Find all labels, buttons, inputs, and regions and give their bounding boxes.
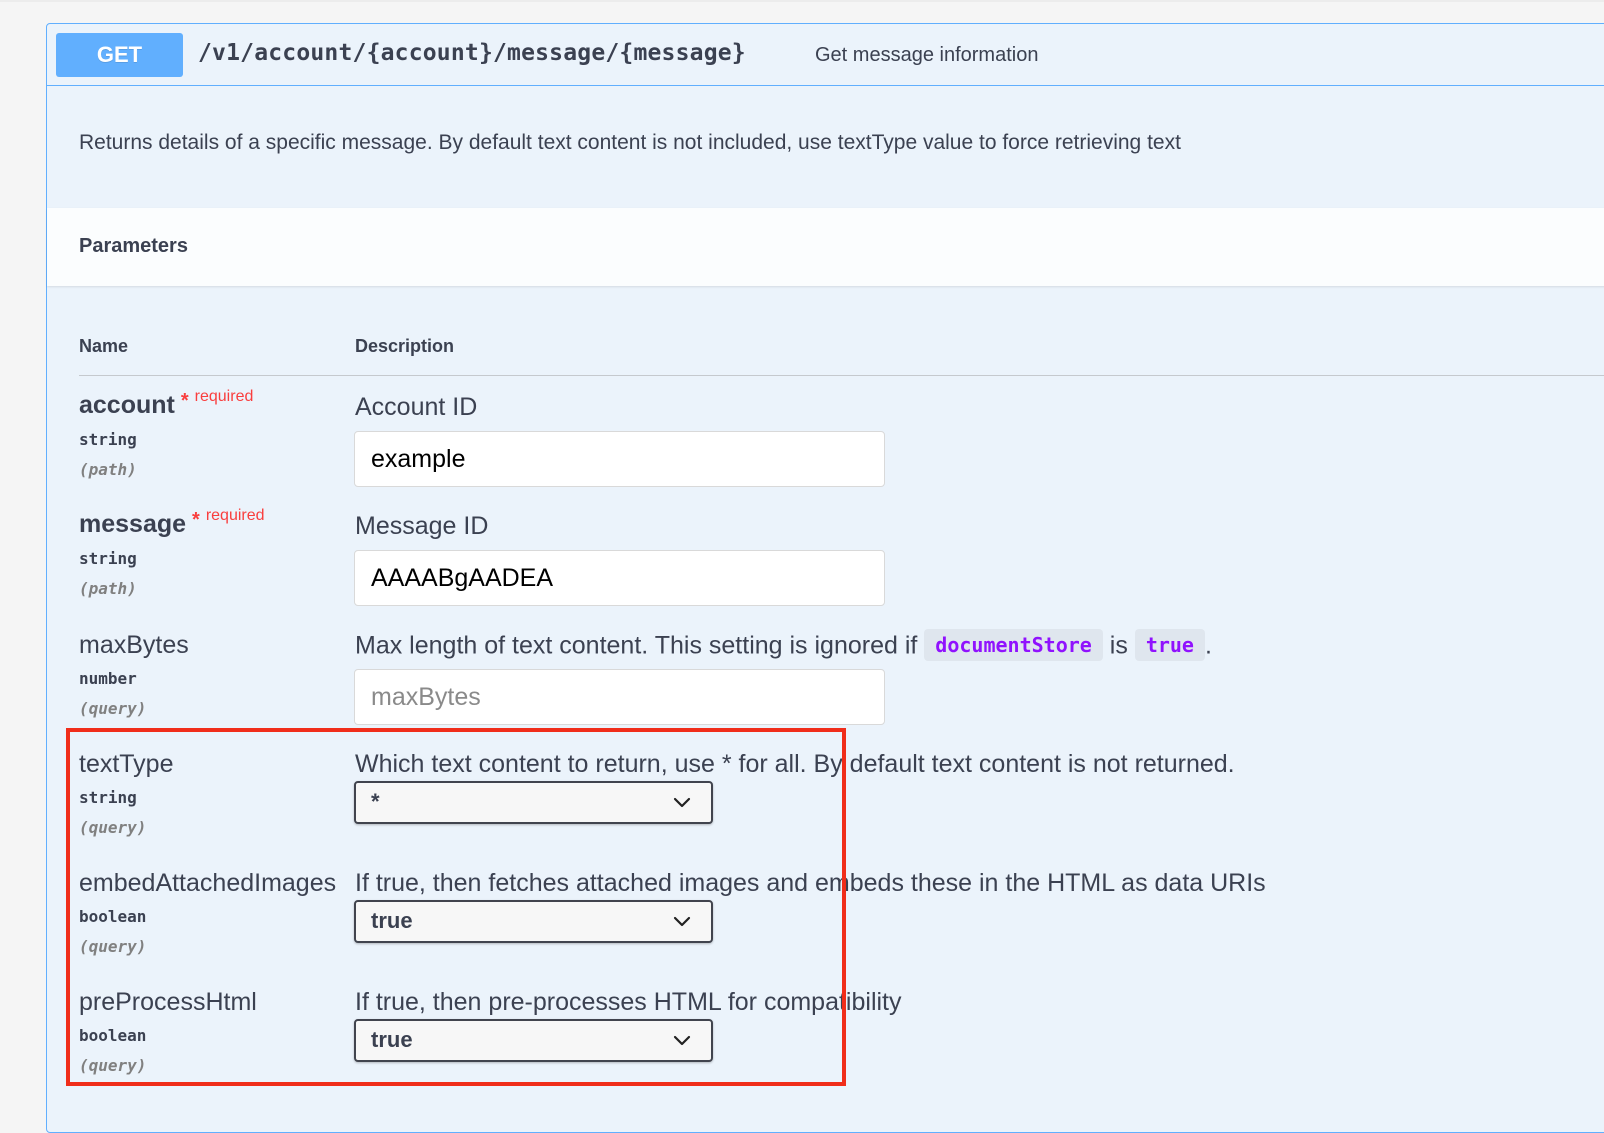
param-name-text: account (79, 391, 175, 419)
param-type-maxbytes: number (79, 669, 137, 688)
param-in-message: (path) (79, 579, 137, 598)
param-name-maxbytes: maxBytes (79, 631, 189, 659)
operation-summary[interactable]: GET /v1/account/{account}/message/{messa… (47, 24, 1604, 86)
param-description-account: Account ID (355, 393, 478, 421)
operation-summary-text: Get message information (815, 44, 1039, 66)
required-label: required (194, 388, 254, 405)
operation-description: Returns details of a specific message. B… (79, 131, 1181, 154)
description-text: Max length of text content. This setting… (355, 631, 918, 660)
param-in-preprocesshtml: (query) (79, 1056, 147, 1075)
param-description-embedattachedimages: If true, then fetches attached images an… (355, 869, 1266, 897)
preprocesshtml-select[interactable]: true (354, 1019, 713, 1062)
maxbytes-input[interactable] (354, 669, 885, 725)
required-label: required (205, 507, 265, 524)
description-text: is (1109, 631, 1128, 660)
param-in-account: (path) (79, 460, 137, 479)
description-text: . (1204, 631, 1212, 660)
top-divider (0, 0, 1604, 2)
operation-block: GET /v1/account/{account}/message/{messa… (46, 23, 1604, 1133)
param-description-texttype: Which text content to return, use * for … (355, 750, 1235, 778)
param-type-texttype: string (79, 788, 137, 807)
required-star: * (192, 509, 200, 531)
param-type-embedattachedimages: boolean (79, 907, 147, 926)
chevron-down-icon (673, 1035, 691, 1046)
chevron-down-icon (673, 916, 691, 927)
column-header-name: Name (79, 336, 129, 356)
parameters-section-header: Parameters (47, 208, 1604, 286)
param-name-account: account * required (79, 388, 254, 420)
texttype-select[interactable]: * (354, 781, 713, 824)
table-header-divider (79, 375, 1604, 376)
param-in-maxbytes: (query) (79, 699, 147, 718)
account-input[interactable] (354, 431, 885, 487)
method-badge: GET (56, 33, 183, 77)
required-star: * (180, 390, 189, 412)
param-name-embedattachedimages: embedAttachedImages (79, 869, 337, 897)
param-name-message: message * required (79, 507, 265, 539)
endpoint-path: /v1/account/{account}/message/{message} (198, 40, 746, 66)
select-value: true (371, 908, 413, 933)
param-description-preprocesshtml: If true, then pre-processes HTML for com… (355, 988, 902, 1016)
param-in-embedattachedimages: (query) (79, 937, 147, 956)
param-description-maxbytes: Max length of text content. This setting… (355, 629, 1212, 663)
param-description-message: Message ID (355, 512, 489, 540)
param-name-text: message (79, 510, 187, 538)
embedattachedimages-select[interactable]: true (354, 900, 713, 943)
param-type-account: string (79, 430, 137, 449)
code-snippet: documentStore (924, 629, 1103, 661)
parameters-title: Parameters (79, 235, 188, 257)
param-type-message: string (79, 549, 137, 568)
select-value: * (371, 789, 380, 814)
message-input[interactable] (354, 550, 885, 606)
param-name-preprocesshtml: preProcessHtml (79, 988, 257, 1016)
param-type-preprocesshtml: boolean (79, 1026, 147, 1045)
column-header-description: Description (355, 336, 455, 356)
chevron-down-icon (673, 797, 691, 808)
code-snippet: true (1134, 629, 1205, 661)
select-value: true (371, 1027, 413, 1052)
param-in-texttype: (query) (79, 818, 147, 837)
param-name-texttype: textType (79, 750, 174, 778)
